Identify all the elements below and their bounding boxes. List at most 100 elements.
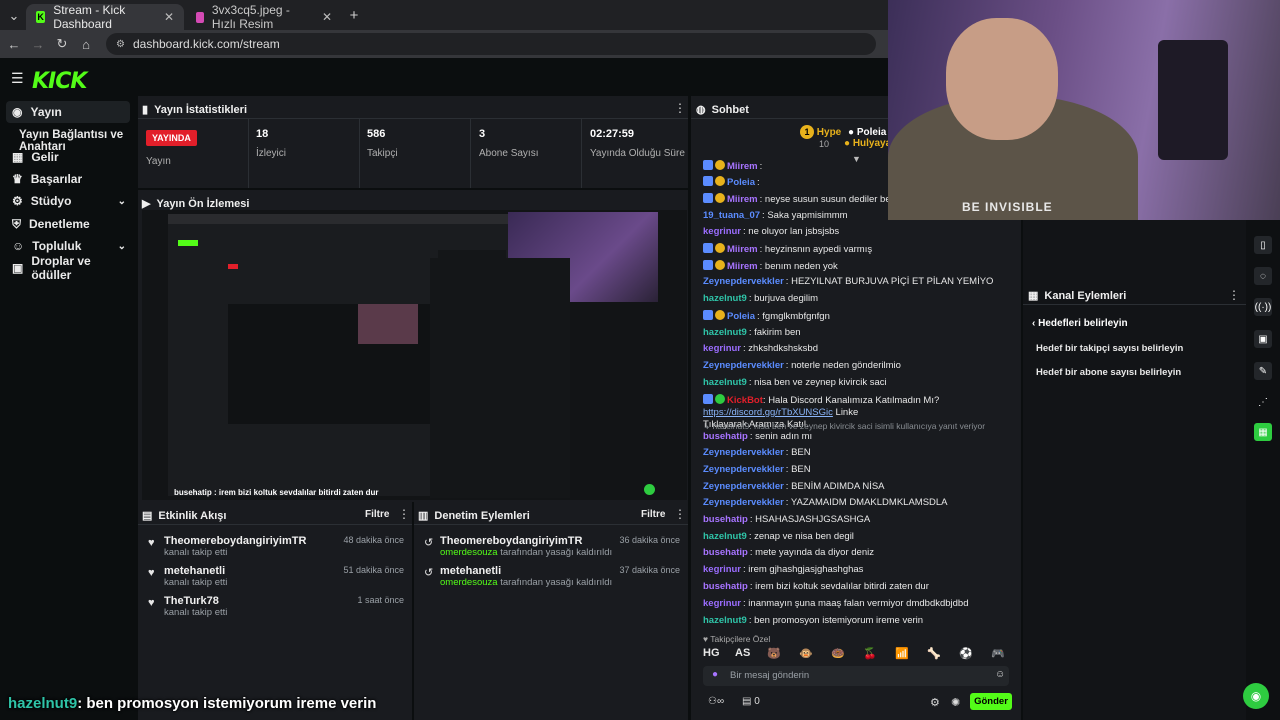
rail-screen-icon[interactable]: ▣ (1254, 330, 1272, 348)
chat-username[interactable]: Zeynepdervekkler (703, 360, 784, 371)
back-arrow-icon[interactable]: ← (2, 37, 26, 52)
divider (138, 524, 412, 525)
browser-tab-image[interactable]: 3vx3cq5.jpeg - Hızlı Resim ✕ (186, 3, 342, 31)
chat-username[interactable]: Zeynepdervekkler (703, 497, 784, 508)
emote-button[interactable]: ⚽ (959, 647, 973, 660)
activity-username[interactable]: TheomereboydangiriyimTR (164, 535, 306, 547)
moderator-name[interactable]: omerdesouza (440, 577, 498, 588)
emote-button[interactable]: 🐵 (799, 647, 813, 660)
chat-username[interactable]: busehatip (703, 514, 748, 525)
set-subscriber-goal[interactable]: Hedef bir abone sayısı belirleyin (1036, 367, 1181, 378)
chat-options-icon[interactable]: ✺ (951, 696, 960, 709)
chat-username[interactable]: kegrinur (703, 564, 741, 575)
chat-username[interactable]: hazelnut9 (703, 327, 747, 338)
chat-username[interactable]: Zeynepdervekkler (703, 447, 784, 458)
emote-button[interactable]: AS (735, 647, 750, 659)
discord-link[interactable]: https://discord.gg/rTbXUNSGic (703, 407, 833, 418)
browser-tab-kick[interactable]: K Stream - Kick Dashboard ✕ (26, 3, 184, 31)
reload-icon[interactable]: ↻ (50, 36, 74, 52)
kick-logo[interactable]: KICK (32, 69, 87, 94)
emote-button[interactable]: 🐻 (767, 647, 781, 660)
sidebar-item-denetleme[interactable]: ⛨ Denetleme (6, 213, 130, 235)
chat-text: mete yayında da diyor deniz (755, 547, 874, 558)
chat-username[interactable]: Zeynepdervekkler (703, 481, 784, 492)
url-field[interactable]: ⚙ dashboard.kick.com/stream (106, 33, 876, 55)
activity-filter-button[interactable]: Filtre (365, 509, 389, 520)
emote-button[interactable]: 🍩 (831, 647, 845, 660)
chat-username[interactable]: busehatip (703, 431, 748, 442)
chat-username[interactable]: Miirem (727, 244, 758, 255)
gifter-name[interactable]: Poleia (857, 127, 886, 138)
forward-arrow-icon[interactable]: → (26, 37, 50, 52)
sidebar-item-gelir[interactable]: ▦ Gelir (6, 146, 130, 168)
emote-button[interactable]: 📶 (895, 647, 909, 660)
tab-list-chevron-icon[interactable]: ⌄ (2, 8, 26, 24)
chat-input[interactable]: ● Bir mesaj gönderin ☺ (703, 666, 1009, 686)
goals-back-button[interactable]: ‹ Hedefleri belirleyin (1032, 318, 1128, 329)
more-options-icon[interactable]: ⋮ (1228, 288, 1240, 302)
chat-username[interactable]: kegrinur (703, 343, 741, 354)
rail-wrench-icon[interactable]: ✎ (1254, 362, 1272, 380)
rail-phone-icon[interactable]: ▯ (1254, 236, 1272, 254)
rail-share-icon[interactable]: ⋰ (1254, 393, 1272, 411)
close-tab-icon[interactable]: ✕ (164, 10, 174, 24)
stat-value: 586 (367, 128, 386, 140)
sidebar-item-basarilar[interactable]: ♛ Başarılar (6, 168, 130, 190)
more-options-icon[interactable]: ⋮ (674, 101, 686, 115)
chat-username[interactable]: Miirem (727, 194, 758, 205)
chat-icon: ◍ (696, 104, 706, 116)
sub-badge-icon (715, 310, 725, 320)
moderation-username[interactable]: metehanetli (440, 565, 501, 577)
send-button[interactable]: Gönder (970, 693, 1012, 710)
chat-username[interactable]: Miirem (727, 161, 758, 172)
chat-username[interactable]: Zeynepdervekkler (703, 464, 784, 475)
chat-username[interactable]: KickBot (727, 395, 763, 406)
chat-username[interactable]: Zeynepdervekkler (703, 276, 784, 287)
stat-subscribers: 3 Abone Sayısı (479, 128, 538, 159)
emoji-icon[interactable]: ☺ (995, 669, 1005, 680)
more-options-icon[interactable]: ⋮ (674, 507, 686, 521)
gifter-name[interactable]: Hype (817, 127, 841, 138)
chat-username[interactable]: busehatip (703, 581, 748, 592)
sidebar-item-yayin[interactable]: ◉ Yayın (6, 101, 130, 123)
rail-broadcast-icon[interactable]: ((·)) (1254, 298, 1272, 316)
chat-username[interactable]: hazelnut9 (703, 293, 747, 304)
hamburger-menu-icon[interactable]: ☰ (11, 70, 24, 87)
microphone-icon[interactable]: ● (712, 669, 718, 680)
chat-username[interactable]: busehatip (703, 547, 748, 558)
chat-username[interactable]: kegrinur (703, 226, 741, 237)
chat-username[interactable]: hazelnut9 (703, 531, 747, 542)
moderation-filter-button[interactable]: Filtre (641, 509, 665, 520)
chat-username[interactable]: hazelnut9 (703, 377, 747, 388)
set-follower-goal[interactable]: Hedef bir takipçi sayısı belirleyin (1036, 343, 1183, 354)
users-icon[interactable]: ⚇∞ (708, 696, 724, 707)
stream-preview-video[interactable]: busehatip : irem bizi koltuk sevdalılar … (142, 210, 687, 500)
sidebar-item-studyo[interactable]: ⚙ Stüdyo ⌄ (6, 190, 130, 212)
new-tab-plus-icon[interactable]: + (342, 7, 366, 24)
site-info-icon[interactable]: ⚙ (116, 39, 125, 50)
chat-username[interactable]: Poleia (727, 177, 755, 188)
chat-username[interactable]: 19_tuana_07 (703, 210, 760, 221)
stat-label: Abone Sayısı (479, 148, 539, 159)
activity-username[interactable]: metehanetli (164, 565, 225, 577)
sidebar-item-droplar[interactable]: ▣ Droplar ve ödüller (6, 254, 130, 282)
rail-apps-icon[interactable]: ▦ (1254, 423, 1272, 441)
chat-username[interactable]: kegrinur (703, 598, 741, 609)
chat-username[interactable]: Miirem (727, 261, 758, 272)
moderation-username[interactable]: TheomereboydangiriyimTR (440, 535, 582, 547)
activity-username[interactable]: TheTurk78 (164, 595, 219, 607)
rail-chat-icon[interactable]: ◌ (1254, 267, 1272, 285)
close-tab-icon[interactable]: ✕ (322, 10, 332, 24)
emote-button[interactable]: HG (703, 647, 720, 659)
moderator-name[interactable]: omerdesouza (440, 547, 498, 558)
settings-gear-icon[interactable]: ⚙ (930, 696, 940, 709)
chat-username[interactable]: Poleia (727, 311, 755, 322)
emote-button[interactable]: 🦴 (927, 647, 941, 660)
trash-icon[interactable]: ▤ (742, 696, 751, 707)
emote-button[interactable]: 🍒 (863, 647, 877, 660)
chat-username[interactable]: hazelnut9 (703, 615, 747, 626)
more-options-icon[interactable]: ⋮ (398, 507, 410, 521)
emote-button[interactable]: 🎮 (991, 647, 1005, 660)
home-icon[interactable]: ⌂ (74, 37, 98, 52)
help-chat-button[interactable]: ◉ (1243, 683, 1269, 709)
